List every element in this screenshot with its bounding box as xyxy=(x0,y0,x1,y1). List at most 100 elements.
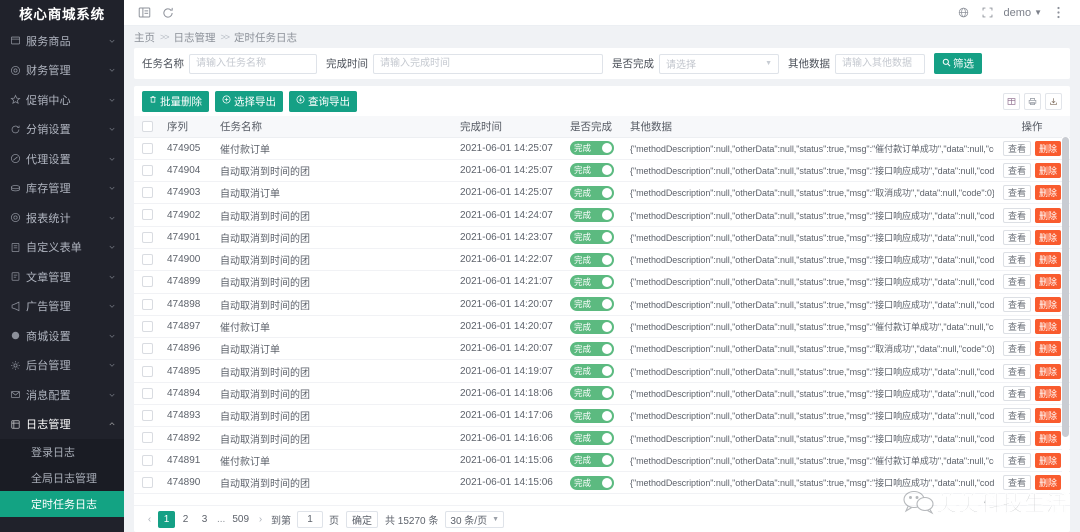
row-checkbox[interactable] xyxy=(142,164,153,176)
status-toggle[interactable]: 完成 xyxy=(570,341,614,356)
view-button[interactable]: 查看 xyxy=(1002,296,1031,312)
delete-button[interactable]: 删除 xyxy=(1035,430,1062,446)
row-checkbox[interactable] xyxy=(142,454,153,466)
user-menu[interactable]: demo ▼ xyxy=(1000,7,1046,19)
delete-button[interactable]: 删除 xyxy=(1035,385,1062,401)
delete-button[interactable]: 删除 xyxy=(1035,408,1062,424)
delete-button[interactable]: 删除 xyxy=(1035,140,1062,156)
delete-button[interactable]: 删除 xyxy=(1035,363,1062,379)
sidebar-item-article[interactable]: 文章管理 xyxy=(0,262,124,292)
delete-button[interactable]: 删除 xyxy=(1035,475,1062,491)
sidebar-item-report[interactable]: 报表统计 xyxy=(0,203,124,233)
status-toggle[interactable]: 完成 xyxy=(570,364,614,379)
sidebar-item-distribution[interactable]: 分销设置 xyxy=(0,115,124,145)
delete-button[interactable]: 删除 xyxy=(1035,274,1062,290)
select-all-checkbox[interactable] xyxy=(142,120,153,132)
sidebar-item-stock[interactable]: 库存管理 xyxy=(0,174,124,204)
row-checkbox[interactable] xyxy=(142,298,153,310)
export-icon[interactable] xyxy=(1045,92,1062,110)
status-toggle[interactable]: 完成 xyxy=(570,208,614,223)
next-page-button[interactable]: › xyxy=(253,511,268,528)
view-button[interactable]: 查看 xyxy=(1002,319,1031,335)
sidebar-subitem-登录日志[interactable]: 登录日志 xyxy=(0,439,124,465)
sidebar-item-goods[interactable]: 服务商品 xyxy=(0,26,124,56)
sidebar-item-agent[interactable]: 代理设置 xyxy=(0,144,124,174)
finish-time-input[interactable] xyxy=(373,53,603,74)
status-toggle[interactable]: 完成 xyxy=(570,252,614,267)
row-checkbox[interactable] xyxy=(142,254,153,266)
status-toggle[interactable]: 完成 xyxy=(570,386,614,401)
page-size-select[interactable]: 30 条/页 ▼ xyxy=(445,510,505,528)
view-button[interactable]: 查看 xyxy=(1002,408,1031,424)
sidebar-item-message[interactable]: 消息配置 xyxy=(0,380,124,410)
more-vertical-icon[interactable] xyxy=(1046,1,1070,25)
status-toggle[interactable]: 完成 xyxy=(570,141,614,156)
menu-collapse-icon[interactable] xyxy=(132,1,156,25)
status-toggle[interactable]: 完成 xyxy=(570,297,614,312)
batch-delete-button[interactable]: 批量删除 xyxy=(142,90,209,112)
view-button[interactable]: 查看 xyxy=(1002,185,1031,201)
delete-button[interactable]: 删除 xyxy=(1035,229,1062,245)
other-data-input[interactable] xyxy=(835,53,925,74)
page-button-3[interactable]: 3 xyxy=(196,511,213,528)
breadcrumb-item-log-management[interactable]: 日志管理 xyxy=(174,30,216,45)
select-export-button[interactable]: 选择导出 xyxy=(215,90,283,112)
delete-button[interactable]: 删除 xyxy=(1035,341,1062,357)
goto-page-input[interactable] xyxy=(297,510,324,528)
row-checkbox[interactable] xyxy=(142,365,153,377)
view-button[interactable]: 查看 xyxy=(1002,229,1031,245)
view-button[interactable]: 查看 xyxy=(1002,475,1031,491)
view-button[interactable]: 查看 xyxy=(1002,252,1031,268)
row-checkbox[interactable] xyxy=(142,187,153,199)
status-toggle[interactable]: 完成 xyxy=(570,319,614,334)
query-export-button[interactable]: 查询导出 xyxy=(289,90,357,112)
delete-button[interactable]: 删除 xyxy=(1035,452,1062,468)
row-checkbox[interactable] xyxy=(142,276,153,288)
sidebar-item-finance[interactable]: 财务管理 xyxy=(0,56,124,86)
row-checkbox[interactable] xyxy=(142,387,153,399)
sidebar-item-star[interactable]: 促销中心 xyxy=(0,85,124,115)
view-button[interactable]: 查看 xyxy=(1002,363,1031,379)
goto-confirm-button[interactable]: 确定 xyxy=(346,510,379,528)
view-button[interactable]: 查看 xyxy=(1002,452,1031,468)
sidebar-item-admin[interactable]: 后台管理 xyxy=(0,351,124,381)
view-button[interactable]: 查看 xyxy=(1002,341,1031,357)
columns-settings-icon[interactable] xyxy=(1003,92,1020,110)
row-checkbox[interactable] xyxy=(142,142,153,154)
sidebar-item-log[interactable]: 日志管理 xyxy=(0,410,124,440)
status-toggle[interactable]: 完成 xyxy=(570,475,614,490)
row-checkbox[interactable] xyxy=(142,432,153,444)
globe-icon[interactable] xyxy=(952,1,976,25)
delete-button[interactable]: 删除 xyxy=(1035,252,1062,268)
prev-page-button[interactable]: ‹ xyxy=(142,511,157,528)
task-name-input[interactable] xyxy=(189,53,317,74)
view-button[interactable]: 查看 xyxy=(1002,207,1031,223)
page-button-last[interactable]: 509 xyxy=(229,511,252,528)
sidebar-item-form[interactable]: 自定义表单 xyxy=(0,233,124,263)
view-button[interactable]: 查看 xyxy=(1002,385,1031,401)
sidebar-item-shop[interactable]: 商城设置 xyxy=(0,321,124,351)
sidebar-subitem-全局日志管理[interactable]: 全局日志管理 xyxy=(0,465,124,491)
row-checkbox[interactable] xyxy=(142,209,153,221)
row-checkbox[interactable] xyxy=(142,410,153,422)
view-button[interactable]: 查看 xyxy=(1002,430,1031,446)
delete-button[interactable]: 删除 xyxy=(1035,319,1062,335)
search-button[interactable]: 筛选 xyxy=(934,53,982,74)
row-checkbox[interactable] xyxy=(142,343,153,355)
delete-button[interactable]: 删除 xyxy=(1035,185,1062,201)
status-toggle[interactable]: 完成 xyxy=(570,163,614,178)
breadcrumb-item-home[interactable]: 主页 xyxy=(134,30,155,45)
page-button-1[interactable]: 1 xyxy=(158,510,175,528)
delete-button[interactable]: 删除 xyxy=(1035,162,1062,178)
view-button[interactable]: 查看 xyxy=(1002,140,1031,156)
status-toggle[interactable]: 完成 xyxy=(570,274,614,289)
view-button[interactable]: 查看 xyxy=(1002,162,1031,178)
delete-button[interactable]: 删除 xyxy=(1035,296,1062,312)
row-checkbox[interactable] xyxy=(142,477,153,489)
status-toggle[interactable]: 完成 xyxy=(570,453,614,468)
status-toggle[interactable]: 完成 xyxy=(570,408,614,423)
status-toggle[interactable]: 完成 xyxy=(570,230,614,245)
status-toggle[interactable]: 完成 xyxy=(570,185,614,200)
sidebar-item-ad[interactable]: 广告管理 xyxy=(0,292,124,322)
page-button-2[interactable]: 2 xyxy=(177,511,194,528)
